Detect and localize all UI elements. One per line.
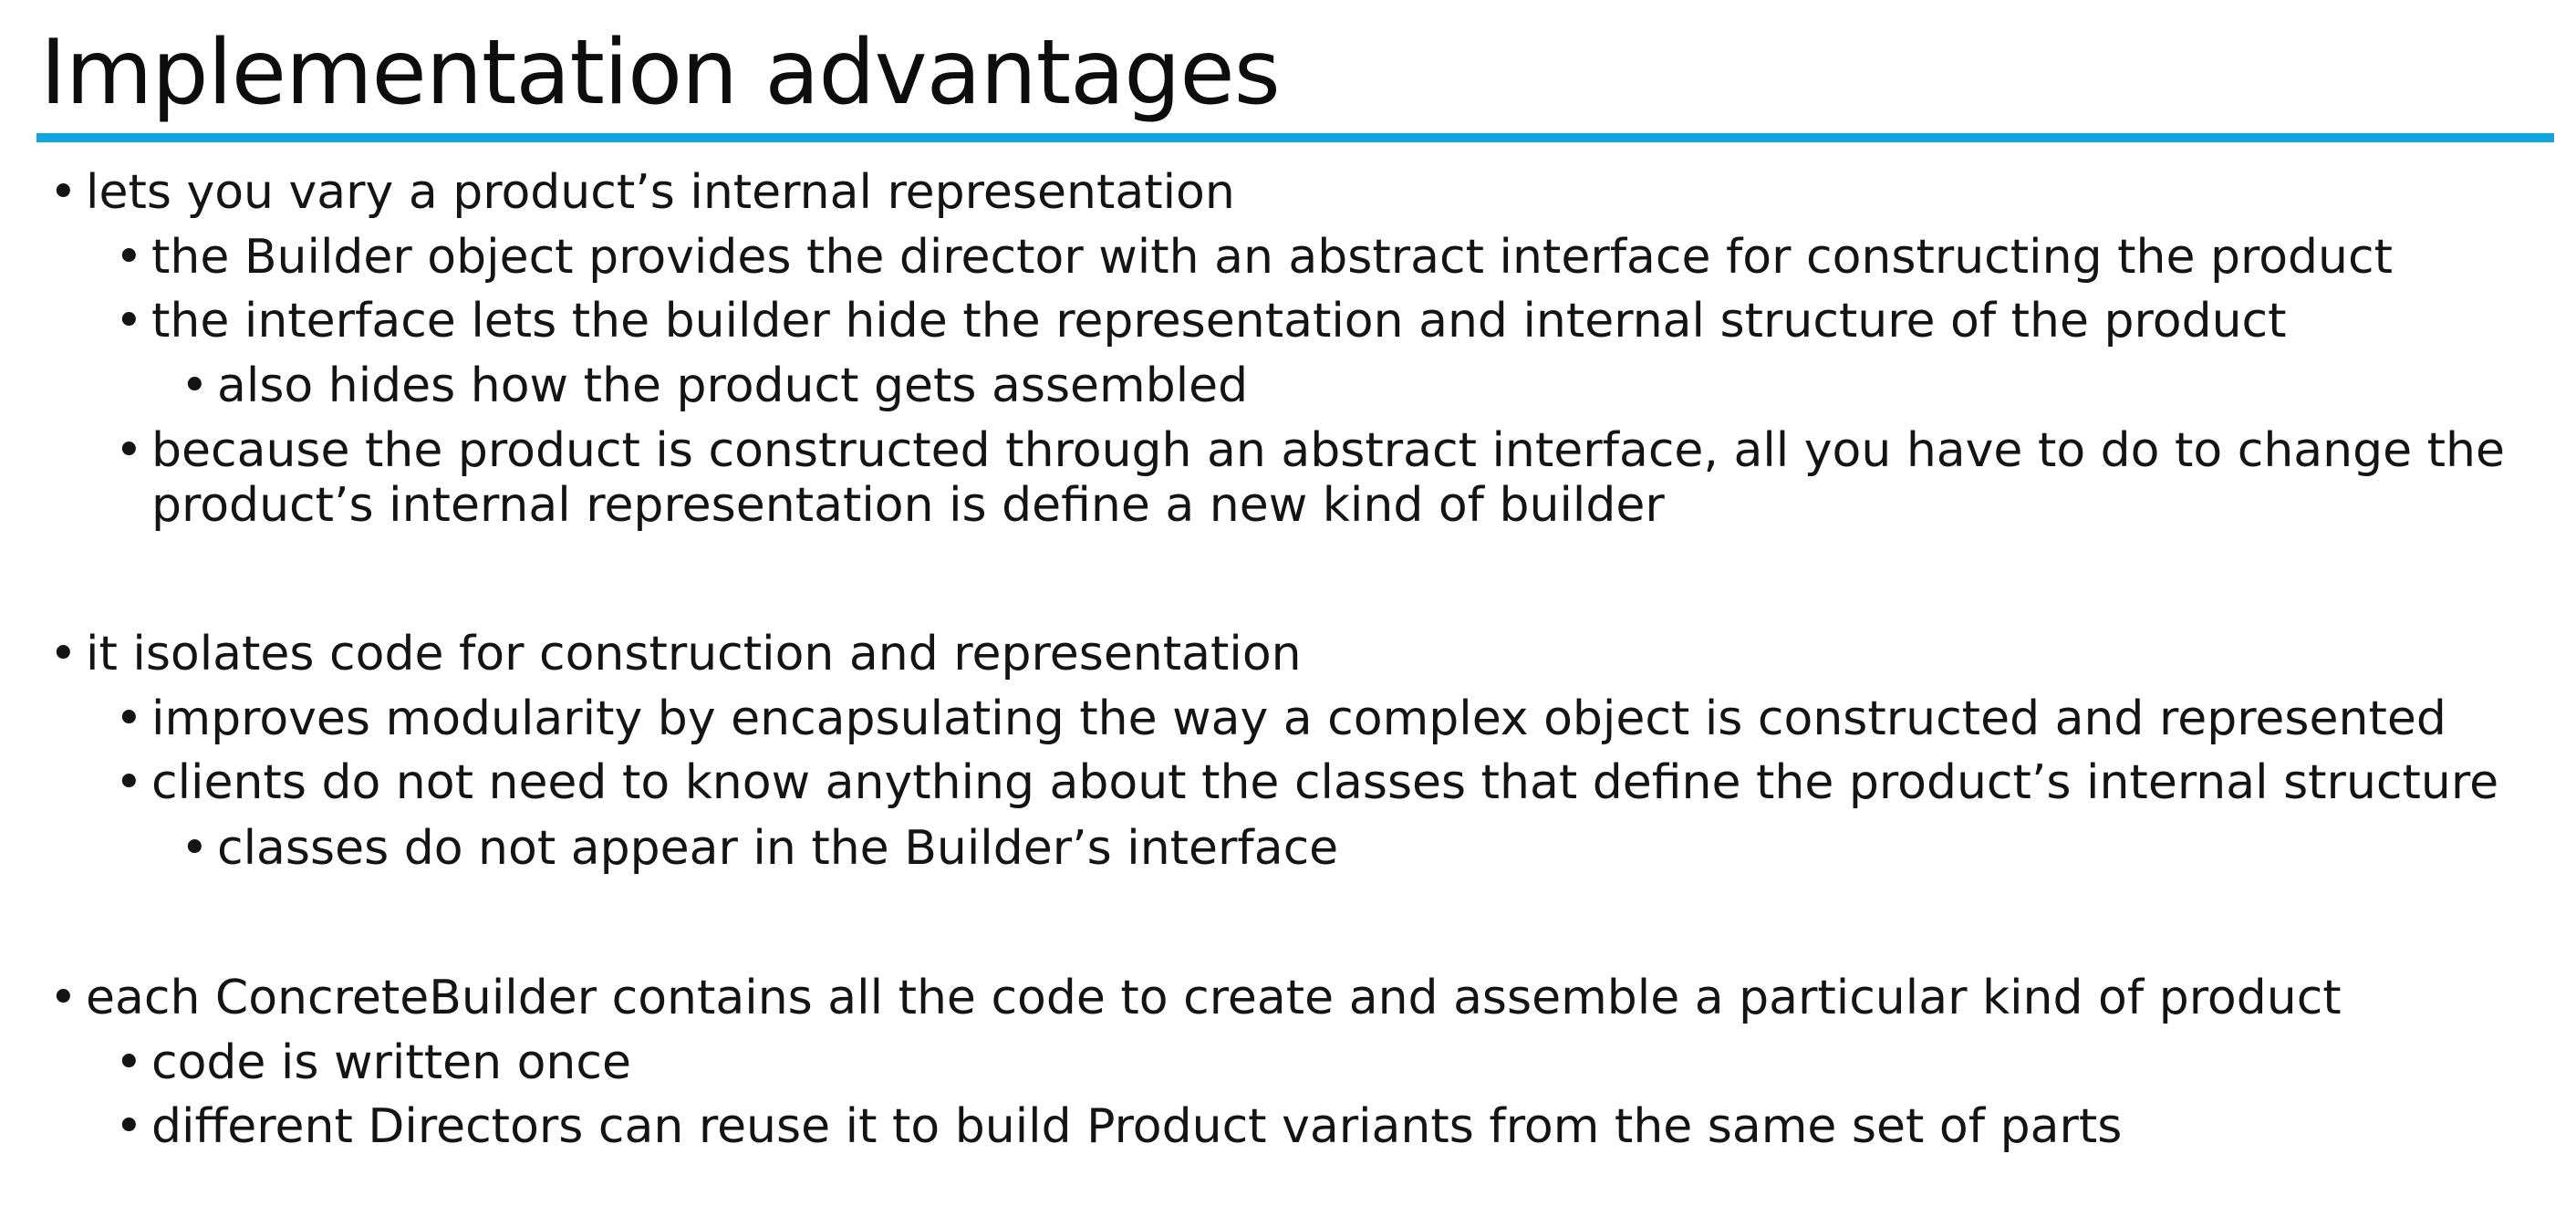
bullet-continuation: product’s internal representation is def…	[151, 477, 1665, 534]
title-underline	[36, 133, 2554, 142]
bullet-level2: • because the product is constructed thr…	[115, 422, 2505, 479]
bullet-text: because the product is constructed throu…	[151, 423, 2505, 478]
bullet-text: improves modularity by encapsulating the…	[151, 691, 2446, 746]
bullet-level2: • clients do not need to know anything a…	[115, 754, 2499, 811]
bullet-dot-icon: •	[49, 971, 78, 1025]
bullet-dot-icon: •	[115, 1099, 143, 1154]
bullet-level1: • it isolates code for construction and …	[49, 626, 1302, 682]
bullet-text: the interface lets the builder hide the …	[151, 294, 2287, 348]
bullet-dot-icon: •	[181, 821, 209, 876]
bullet-text: code is written once	[151, 1035, 631, 1090]
bullet-level3: • classes do not appear in the Builder’s…	[181, 820, 1339, 877]
bullet-text: lets you vary a product’s internal repre…	[86, 165, 1235, 220]
bullet-level2: • code is written once	[115, 1034, 631, 1091]
bullet-level2: • different Directors can reuse it to bu…	[115, 1098, 2123, 1155]
bullet-text: classes do not appear in the Builder’s i…	[217, 821, 1339, 876]
slide: Implementation advantages • lets you var…	[0, 0, 2576, 1206]
bullet-dot-icon: •	[115, 294, 143, 348]
bullet-dot-icon: •	[49, 165, 78, 220]
bullet-dot-icon: •	[181, 359, 209, 413]
bullet-level3: • also hides how the product gets assemb…	[181, 358, 1249, 414]
bullet-level1: • each ConcreteBuilder contains all the …	[49, 970, 2342, 1026]
bullet-dot-icon: •	[115, 691, 143, 746]
bullet-text: each ConcreteBuilder contains all the co…	[86, 971, 2342, 1025]
bullet-dot-icon: •	[115, 230, 143, 285]
bullet-text: clients do not need to know anything abo…	[151, 755, 2499, 810]
bullet-dot-icon: •	[115, 423, 143, 478]
bullet-text: different Directors can reuse it to buil…	[151, 1099, 2123, 1154]
bullet-level1: • lets you vary a product’s internal rep…	[49, 164, 1235, 221]
bullet-level2: • the interface lets the builder hide th…	[115, 293, 2287, 349]
bullet-text: the Builder object provides the director…	[151, 230, 2393, 285]
bullet-dot-icon: •	[49, 627, 78, 681]
bullet-dot-icon: •	[115, 755, 143, 810]
bullet-text: product’s internal representation is def…	[151, 478, 1665, 533]
bullet-text: it isolates code for construction and re…	[86, 627, 1302, 681]
bullet-dot-icon: •	[115, 1035, 143, 1090]
bullet-text: also hides how the product gets assemble…	[217, 359, 1249, 413]
bullet-level2: • improves modularity by encapsulating t…	[115, 691, 2446, 747]
slide-title: Implementation advantages	[40, 21, 1281, 125]
bullet-level2: • the Builder object provides the direct…	[115, 229, 2393, 286]
